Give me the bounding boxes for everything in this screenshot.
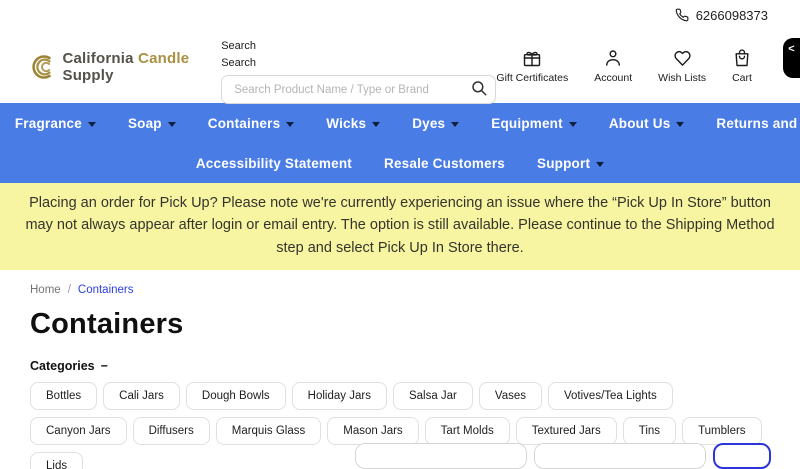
category-chip-lids[interactable]: Lids bbox=[30, 452, 83, 469]
nav-row-1: Waxes Fragrance Soap Containers Wicks Dy… bbox=[0, 103, 800, 143]
price-filter-button[interactable] bbox=[713, 443, 771, 469]
chevron-down-icon bbox=[676, 122, 684, 127]
chevron-down-icon bbox=[372, 122, 380, 127]
announcement-banner: Placing an order for Pick Up? Please not… bbox=[0, 183, 800, 270]
category-chip-mason-jars[interactable]: Mason Jars bbox=[327, 417, 418, 445]
gift-icon bbox=[521, 48, 543, 68]
main-nav: Waxes Fragrance Soap Containers Wicks Dy… bbox=[0, 103, 800, 183]
logo-text: California Candle Supply bbox=[62, 50, 199, 84]
price-min-input[interactable] bbox=[355, 443, 527, 469]
nav-item-resale-customers[interactable]: Resale Customers bbox=[384, 156, 505, 171]
search-label-bottom: Search bbox=[221, 55, 496, 72]
category-chip-textured-jars[interactable]: Textured Jars bbox=[516, 417, 617, 445]
nav-item-containers[interactable]: Containers bbox=[208, 116, 295, 131]
wish-lists-label: Wish Lists bbox=[658, 72, 706, 84]
category-chip-dough-bowls[interactable]: Dough Bowls bbox=[186, 382, 286, 410]
chevron-left-icon: < bbox=[788, 43, 794, 78]
chevron-down-icon bbox=[88, 122, 96, 127]
nav-item-about-us[interactable]: About Us bbox=[609, 116, 685, 131]
gift-certificates-link[interactable]: Gift Certificates bbox=[496, 48, 568, 84]
page-content: Home / Containers Containers Categories … bbox=[0, 270, 800, 469]
search-input[interactable] bbox=[221, 75, 496, 104]
search-area: Search Search bbox=[221, 30, 496, 104]
nav-item-returns-and-exchanges[interactable]: Returns and Exchanges bbox=[716, 116, 800, 131]
nav-item-equipment[interactable]: Equipment bbox=[491, 116, 577, 131]
search-label-top: Search bbox=[221, 38, 496, 55]
breadcrumb-home-link[interactable]: Home bbox=[30, 284, 61, 296]
breadcrumb: Home / Containers bbox=[30, 284, 770, 296]
category-chip-marquis-glass[interactable]: Marquis Glass bbox=[216, 417, 322, 445]
breadcrumb-separator: / bbox=[68, 284, 71, 296]
chevron-down-icon bbox=[596, 162, 604, 167]
search-icon bbox=[470, 79, 488, 97]
category-chip-cali-jars[interactable]: Cali Jars bbox=[103, 382, 180, 410]
breadcrumb-current[interactable]: Containers bbox=[78, 284, 134, 296]
nav-item-soap[interactable]: Soap bbox=[128, 116, 176, 131]
category-chip-tumblers[interactable]: Tumblers bbox=[682, 417, 762, 445]
cart-label: Cart bbox=[732, 72, 752, 84]
wish-lists-link[interactable]: Wish Lists bbox=[658, 48, 706, 84]
top-bar: 6266098373 bbox=[0, 0, 800, 30]
page-title: Containers bbox=[30, 308, 770, 341]
logo-arcs-icon bbox=[30, 48, 58, 86]
category-chip-vases[interactable]: Vases bbox=[479, 382, 542, 410]
header: California Candle Supply Search Search G… bbox=[0, 30, 800, 103]
price-max-input[interactable] bbox=[534, 443, 706, 469]
cart-link[interactable]: Cart bbox=[732, 48, 752, 84]
category-chip-tins[interactable]: Tins bbox=[623, 417, 676, 445]
chevron-down-icon bbox=[168, 122, 176, 127]
account-icon bbox=[603, 48, 623, 68]
category-chip-diffusers[interactable]: Diffusers bbox=[133, 417, 210, 445]
phone-icon bbox=[675, 8, 689, 22]
categories-heading: Categories − bbox=[30, 359, 770, 373]
accessibility-collapse-tab[interactable]: < bbox=[783, 38, 800, 78]
search-submit-button[interactable] bbox=[470, 79, 488, 100]
heart-icon bbox=[672, 48, 693, 68]
nav-row-2: Accessibility Statement Resale Customers… bbox=[0, 143, 800, 183]
category-chip-bottles[interactable]: Bottles bbox=[30, 382, 97, 410]
category-chip-canyon-jars[interactable]: Canyon Jars bbox=[30, 417, 127, 445]
announcement-text: Placing an order for Pick Up? Please not… bbox=[14, 192, 786, 259]
nav-item-accessibility-statement[interactable]: Accessibility Statement bbox=[196, 156, 352, 171]
account-label: Account bbox=[594, 72, 632, 84]
category-chip-votives-tea-lights[interactable]: Votives/Tea Lights bbox=[548, 382, 673, 410]
category-chip-tart-molds[interactable]: Tart Molds bbox=[425, 417, 510, 445]
category-chip-holiday-jars[interactable]: Holiday Jars bbox=[292, 382, 387, 410]
nav-item-support[interactable]: Support bbox=[537, 156, 604, 171]
cart-icon bbox=[732, 48, 752, 68]
phone-link[interactable]: 6266098373 bbox=[675, 8, 768, 23]
nav-item-fragrance[interactable]: Fragrance bbox=[15, 116, 96, 131]
nav-item-dyes[interactable]: Dyes bbox=[412, 116, 459, 131]
chevron-down-icon bbox=[451, 122, 459, 127]
price-filter-row bbox=[355, 443, 771, 469]
header-actions: Gift Certificates Account Wish Lists Car… bbox=[496, 48, 770, 84]
chevron-down-icon bbox=[569, 122, 577, 127]
nav-item-wicks[interactable]: Wicks bbox=[326, 116, 380, 131]
phone-number[interactable]: 6266098373 bbox=[696, 8, 768, 23]
gift-certificates-label: Gift Certificates bbox=[496, 72, 568, 84]
account-link[interactable]: Account bbox=[594, 48, 632, 84]
categories-collapse-toggle[interactable]: − bbox=[101, 359, 108, 373]
chevron-down-icon bbox=[286, 122, 294, 127]
store-logo[interactable]: California Candle Supply bbox=[30, 48, 199, 86]
category-chip-salsa-jar[interactable]: Salsa Jar bbox=[393, 382, 473, 410]
